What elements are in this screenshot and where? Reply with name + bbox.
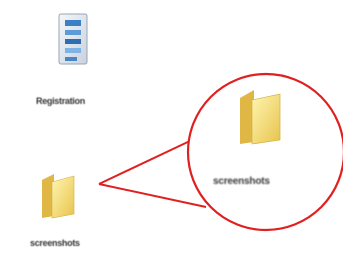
callout-line-upper [98,139,193,185]
desktop: Registration screenshots screenshots [0,0,343,268]
magnifier-callout [98,72,343,232]
magnifier-label: screenshots [213,176,270,187]
folder-icon [240,90,281,145]
callout-line-lower [98,183,207,208]
